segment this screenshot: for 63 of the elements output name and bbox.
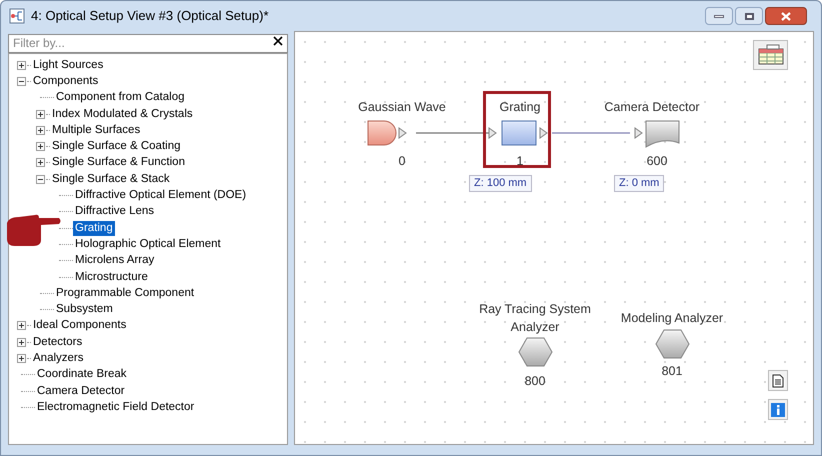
window-title: 4: Optical Setup View #3 (Optical Setup)*	[31, 7, 268, 26]
node-number: 1	[516, 153, 524, 170]
analyzer-node[interactable]	[654, 329, 690, 359]
expand-toggle[interactable]	[36, 142, 45, 152]
expand-toggle[interactable]	[36, 110, 45, 119]
expand-toggle[interactable]	[17, 354, 26, 363]
tree-item[interactable]: Coordinate Break	[35, 367, 128, 382]
expand-toggle[interactable]	[17, 338, 26, 347]
diagram-icon	[9, 8, 25, 24]
tree-item[interactable]: Programmable Component	[54, 286, 196, 301]
node-number: 800	[524, 373, 546, 390]
minimize-button[interactable]	[705, 7, 733, 25]
node-label: Modeling Analyzer	[620, 310, 724, 327]
tree-item[interactable]: Ideal Components	[31, 318, 128, 334]
tree-item[interactable]: Single Surface & Stack	[50, 172, 172, 187]
position-tag[interactable]: Z: 0 mm	[614, 175, 664, 192]
expand-toggle[interactable]	[36, 126, 45, 135]
maximize-button[interactable]	[735, 7, 763, 25]
tree-item[interactable]: Diffractive Optical Element (DOE)	[73, 188, 248, 204]
pointing-hand-icon	[5, 213, 61, 247]
expand-toggle[interactable]	[17, 321, 26, 330]
document-icon	[772, 374, 784, 388]
collapse-toggle[interactable]	[17, 76, 26, 86]
tree-item[interactable]: Electromagnetic Field Detector	[35, 400, 196, 415]
position-tag[interactable]: Z: 100 mm	[469, 175, 532, 192]
node-number: 0	[398, 153, 406, 170]
tree-item[interactable]: Components	[31, 74, 100, 89]
close-icon	[781, 12, 791, 20]
node-label: Gaussian Wave	[357, 99, 447, 116]
filter-field[interactable]: Filter by...	[8, 34, 288, 52]
tree-item[interactable]: Single Surface & Function	[50, 155, 187, 170]
tree-item[interactable]: Light Sources	[31, 58, 106, 73]
analyzer-node[interactable]	[518, 337, 552, 367]
info-button[interactable]	[768, 399, 788, 420]
node-label: Camera Detector	[603, 99, 701, 116]
document-button[interactable]	[768, 370, 788, 391]
tree-item[interactable]: Subsystem	[54, 302, 115, 318]
source-node[interactable]	[367, 120, 409, 146]
node-label: Ray Tracing System Analyzer	[478, 301, 592, 336]
tree-item[interactable]: Microstructure	[73, 270, 150, 284]
table-view-button[interactable]	[753, 40, 788, 70]
tree-item[interactable]: Detectors	[31, 334, 84, 350]
expand-toggle[interactable]	[36, 158, 45, 168]
detector-node[interactable]	[634, 120, 680, 148]
tree-item[interactable]: Microlens Array	[73, 253, 156, 268]
tree-item[interactable]: Diffractive Lens	[73, 204, 156, 220]
tree-item[interactable]: Component from Catalog	[54, 90, 186, 106]
tree-item[interactable]: Analyzers	[31, 350, 86, 366]
tree-item[interactable]: Single Surface & Coating	[50, 139, 182, 154]
expand-toggle[interactable]	[17, 60, 26, 70]
tree-item[interactable]: Holographic Optical Element	[73, 236, 223, 252]
node-label: Grating	[498, 99, 542, 116]
node-number: 600	[646, 153, 668, 170]
close-button[interactable]	[765, 7, 807, 25]
node-number: 801	[660, 363, 684, 380]
close-icon[interactable]	[273, 36, 283, 46]
collapse-toggle[interactable]	[36, 174, 45, 184]
tree-item[interactable]: Camera Detector	[35, 384, 127, 399]
info-icon	[771, 402, 785, 416]
tree-item[interactable]: Index Modulated & Crystals	[50, 106, 195, 122]
tree-item[interactable]: Grating	[73, 220, 115, 236]
table-icon	[756, 44, 784, 66]
tree-item[interactable]: Multiple Surfaces	[50, 122, 142, 138]
